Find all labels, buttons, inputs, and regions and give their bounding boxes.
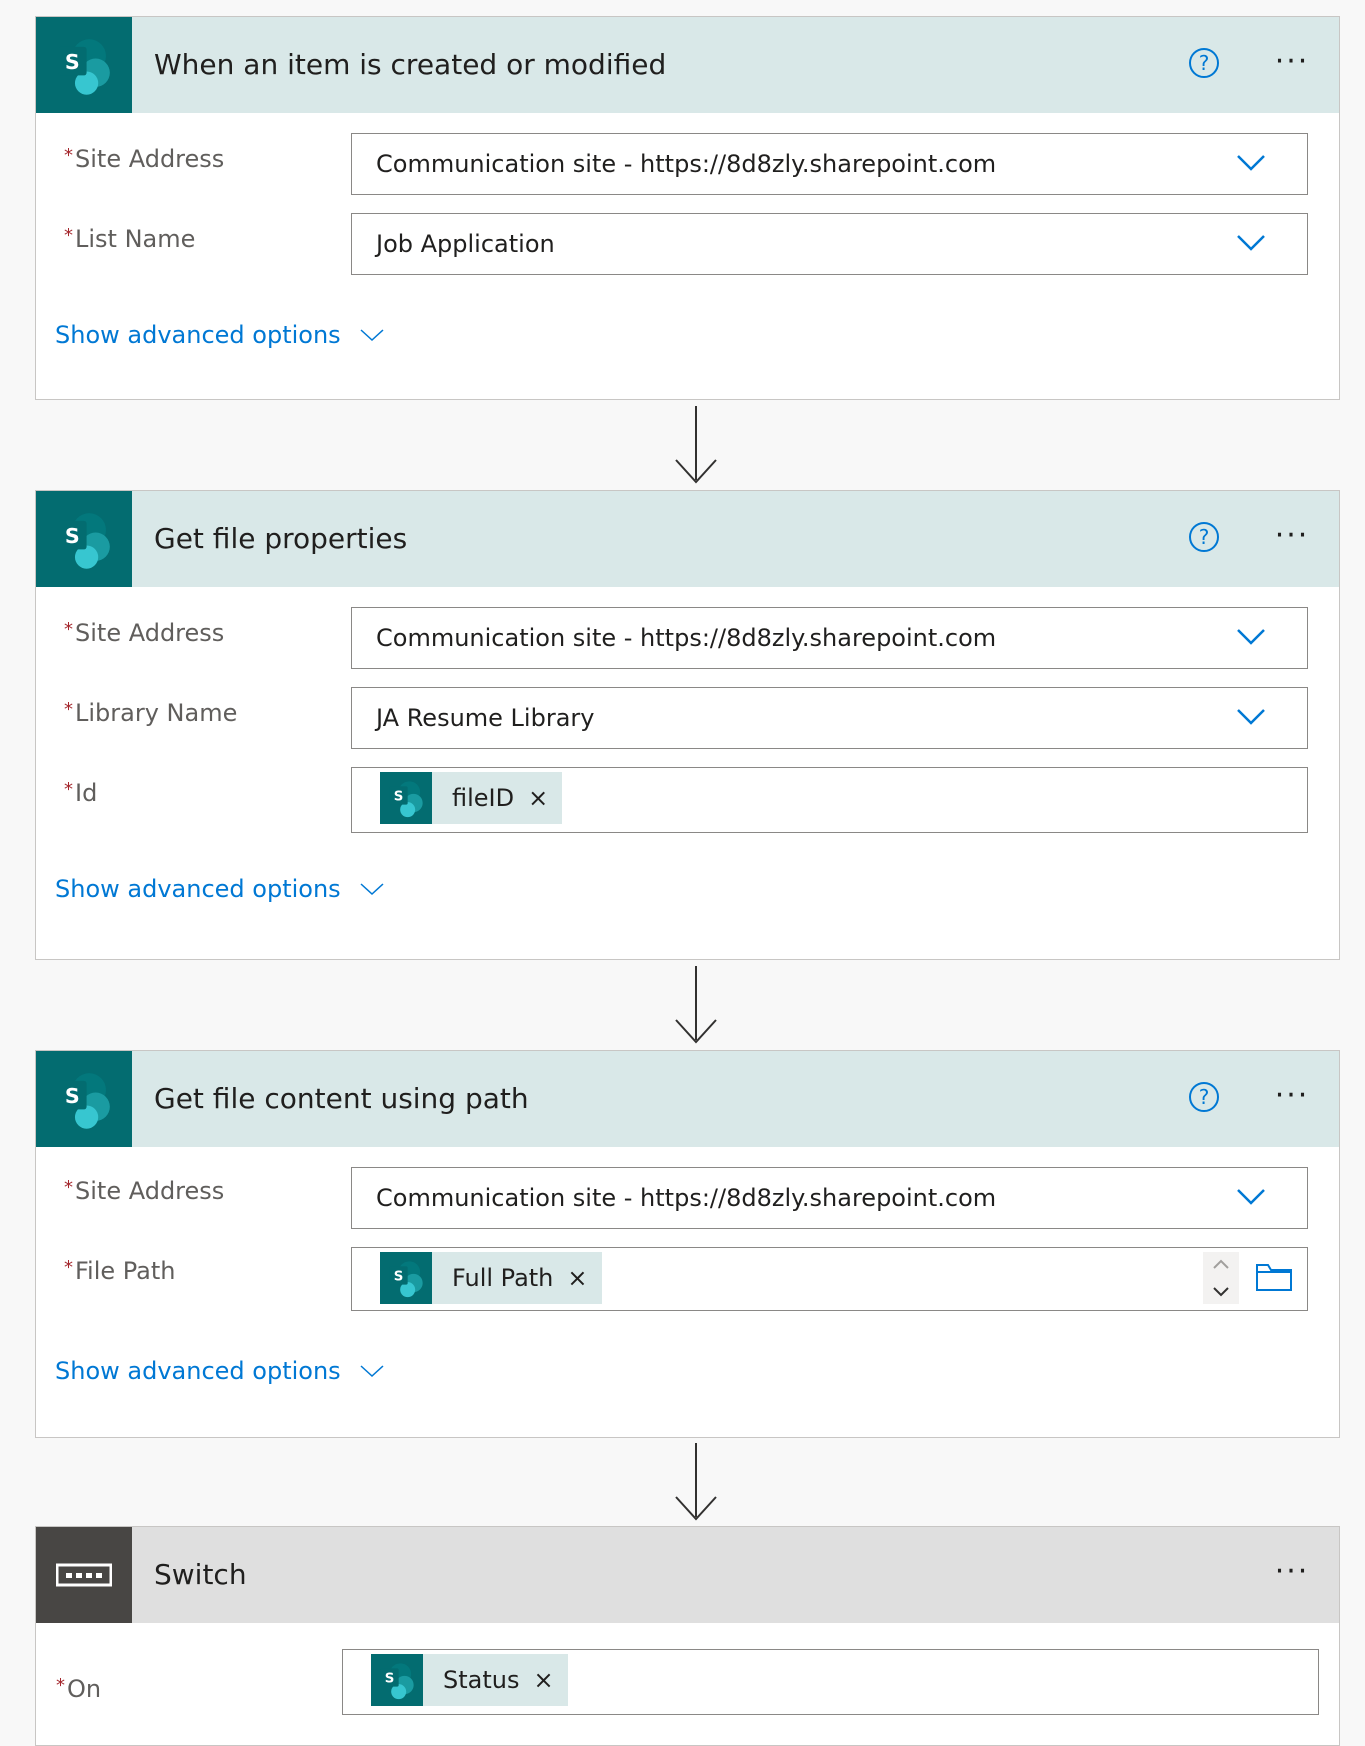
chevron-down-icon[interactable]: [1235, 704, 1267, 728]
chevron-down-icon: [359, 881, 385, 897]
field-label-site-address: *Site Address: [64, 1177, 225, 1205]
site-address-value: Communication site - https://8d8zly.shar…: [376, 1184, 997, 1212]
step-card-get-file-properties: Get file properties ? ··· *Site Address …: [35, 490, 1340, 960]
help-icon[interactable]: ?: [1189, 522, 1219, 552]
sharepoint-icon: [36, 17, 132, 113]
required-mark: *: [64, 145, 73, 166]
more-options-icon[interactable]: ···: [1267, 1549, 1317, 1599]
field-label-site-address: *Site Address: [64, 145, 225, 173]
field-label-site-address: *Site Address: [64, 619, 225, 647]
scroll-arrows-icon[interactable]: [1203, 1252, 1239, 1304]
required-mark: *: [56, 1675, 65, 1696]
chevron-down-icon[interactable]: [1235, 150, 1267, 174]
library-name-value: JA Resume Library: [376, 704, 595, 732]
more-options-icon[interactable]: ···: [1267, 1073, 1317, 1123]
sharepoint-icon: [36, 1051, 132, 1147]
flow-arrow-icon: [672, 402, 720, 490]
token-label: Full Path: [452, 1264, 554, 1292]
token-label: fileID: [452, 784, 515, 812]
step-card-trigger: When an item is created or modified ? ··…: [35, 16, 1340, 400]
step-card-get-file-content: Get file content using path ? ··· *Site …: [35, 1050, 1340, 1438]
step-header[interactable]: When an item is created or modified ? ··…: [36, 17, 1339, 113]
remove-token-icon[interactable]: ×: [533, 1666, 553, 1694]
site-address-dropdown[interactable]: Communication site - https://8d8zly.shar…: [351, 133, 1308, 195]
chevron-down-icon: [359, 327, 385, 343]
step-title: Switch: [154, 1558, 247, 1591]
field-label-list-name: *List Name: [64, 225, 196, 253]
field-label-library-name: *Library Name: [64, 699, 238, 727]
required-mark: *: [64, 699, 73, 720]
step-title: Get file properties: [154, 522, 408, 555]
step-card-switch: Switch ··· *On Status ×: [35, 1526, 1340, 1746]
token-label: Status: [443, 1666, 520, 1694]
switch-icon: [36, 1527, 132, 1623]
flow-arrow-icon: [672, 1440, 720, 1526]
step-header[interactable]: Get file content using path ? ···: [36, 1051, 1339, 1147]
dynamic-content-token[interactable]: Full Path ×: [380, 1252, 602, 1304]
remove-token-icon[interactable]: ×: [528, 784, 548, 812]
help-icon[interactable]: ?: [1189, 1082, 1219, 1112]
dynamic-content-token[interactable]: fileID ×: [380, 772, 563, 824]
more-options-icon[interactable]: ···: [1267, 513, 1317, 563]
site-address-dropdown[interactable]: Communication site - https://8d8zly.shar…: [351, 1167, 1308, 1229]
switch-on-input[interactable]: Status ×: [342, 1649, 1319, 1715]
flow-arrow-icon: [672, 962, 720, 1050]
dynamic-content-token[interactable]: Status ×: [371, 1654, 568, 1706]
sharepoint-icon: [380, 772, 432, 824]
library-name-dropdown[interactable]: JA Resume Library: [351, 687, 1308, 749]
step-title: When an item is created or modified: [154, 48, 667, 81]
step-title: Get file content using path: [154, 1082, 529, 1115]
folder-picker-icon[interactable]: [1255, 1262, 1293, 1292]
required-mark: *: [64, 1177, 73, 1198]
chevron-down-icon: [359, 1363, 385, 1379]
field-label-on: *On: [56, 1675, 102, 1703]
sharepoint-icon: [371, 1654, 423, 1706]
list-name-value: Job Application: [376, 230, 555, 258]
field-label-id: *Id: [64, 779, 98, 807]
site-address-value: Communication site - https://8d8zly.shar…: [376, 624, 997, 652]
show-advanced-options-link[interactable]: Show advanced options: [55, 321, 385, 349]
step-header[interactable]: Switch ···: [36, 1527, 1339, 1623]
show-advanced-options-link[interactable]: Show advanced options: [55, 875, 385, 903]
required-mark: *: [64, 225, 73, 246]
remove-token-icon[interactable]: ×: [567, 1264, 587, 1292]
more-options-icon[interactable]: ···: [1267, 39, 1317, 89]
help-icon[interactable]: ?: [1189, 48, 1219, 78]
required-mark: *: [64, 1257, 73, 1278]
step-header[interactable]: Get file properties ? ···: [36, 491, 1339, 587]
site-address-value: Communication site - https://8d8zly.shar…: [376, 150, 997, 178]
required-mark: *: [64, 619, 73, 640]
chevron-down-icon[interactable]: [1235, 624, 1267, 648]
sharepoint-icon: [36, 491, 132, 587]
id-input[interactable]: fileID ×: [351, 767, 1308, 833]
list-name-dropdown[interactable]: Job Application: [351, 213, 1308, 275]
field-label-file-path: *File Path: [64, 1257, 176, 1285]
file-path-input[interactable]: Full Path ×: [351, 1247, 1308, 1311]
chevron-down-icon[interactable]: [1235, 230, 1267, 254]
required-mark: *: [64, 779, 73, 800]
chevron-down-icon[interactable]: [1235, 1184, 1267, 1208]
show-advanced-options-link[interactable]: Show advanced options: [55, 1357, 385, 1385]
site-address-dropdown[interactable]: Communication site - https://8d8zly.shar…: [351, 607, 1308, 669]
sharepoint-icon: [380, 1252, 432, 1304]
